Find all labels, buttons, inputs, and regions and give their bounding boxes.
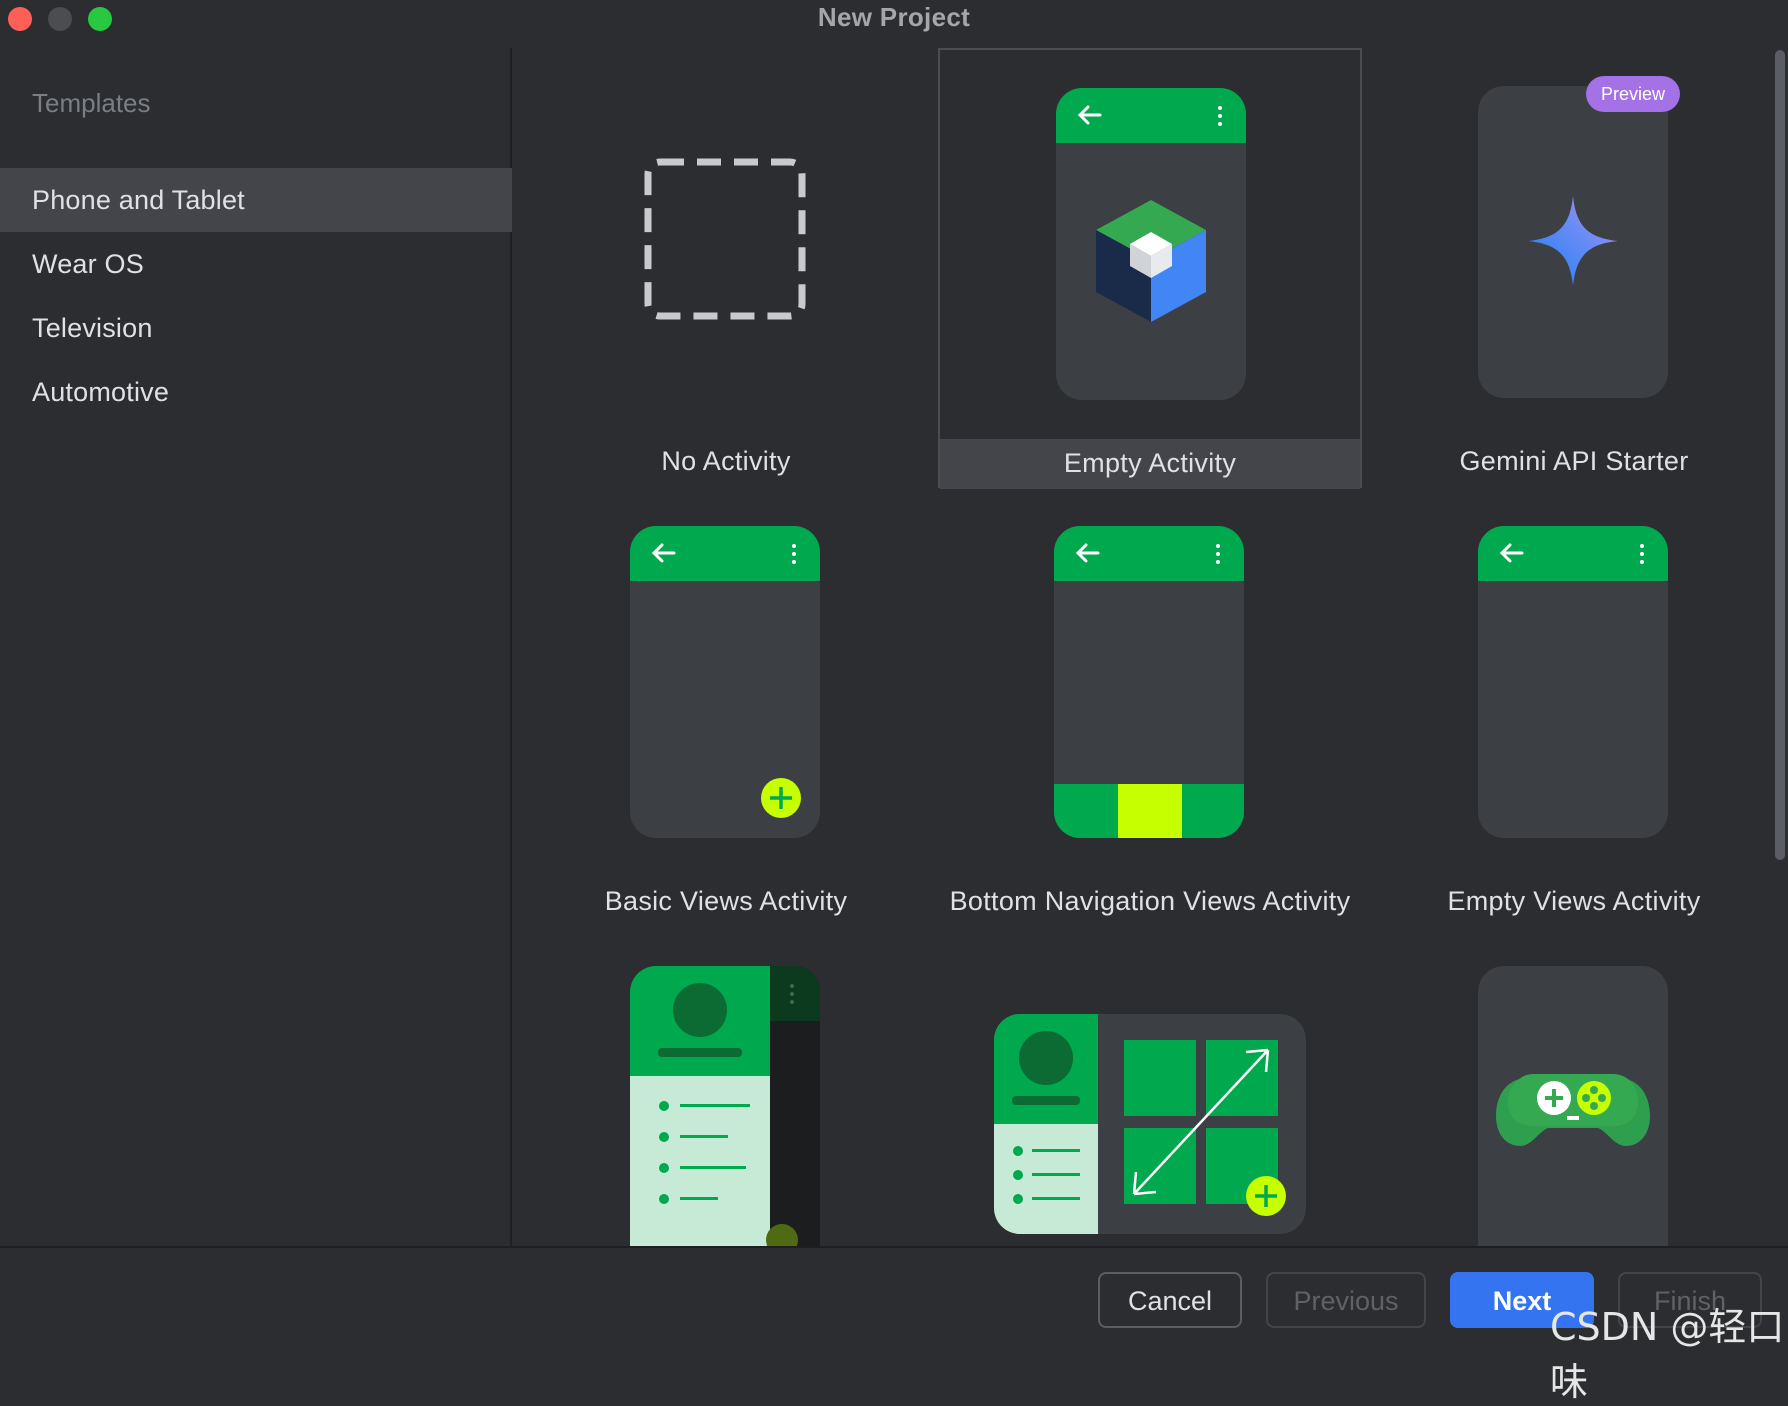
title-bar: New Project	[0, 0, 1788, 42]
tablet-responsive-icon	[994, 1014, 1306, 1234]
template-card-bottom-navigation-views-activity[interactable]: Bottom Navigation Views Activity	[938, 488, 1362, 928]
sidebar-item-phone-and-tablet[interactable]: Phone and Tablet	[0, 168, 512, 232]
template-card-basic-views-activity[interactable]: Basic Views Activity	[514, 488, 938, 928]
preview-badge: Preview	[1586, 76, 1680, 112]
previous-button[interactable]: Previous	[1266, 1272, 1426, 1328]
sidebar-item-wear-os[interactable]: Wear OS	[0, 232, 512, 296]
new-project-window: New Project Templates Phone and Tablet W…	[0, 0, 1788, 1404]
phone-empty-icon	[1478, 526, 1668, 838]
phone-bottom-nav-icon	[1054, 526, 1244, 838]
template-grid: No Activity Empty Activity Gemini API St…	[514, 48, 1774, 1246]
template-card-empty-activity[interactable]: Empty Activity	[938, 48, 1362, 489]
template-grid-scrollbar[interactable]	[1775, 50, 1785, 860]
dialog-footer: Cancel Previous Next Finish	[0, 1246, 1788, 1348]
sidebar-item-television[interactable]: Television	[0, 296, 512, 360]
template-label: Empty Activity	[1063, 448, 1237, 478]
template-label: Bottom Navigation Views Activity	[949, 886, 1351, 916]
template-label: Empty Views Activity	[1447, 886, 1701, 916]
template-card-navigation-drawer[interactable]	[514, 928, 938, 1246]
template-label: Gemini API Starter	[1459, 446, 1689, 476]
dashed-box-icon	[644, 158, 806, 320]
template-label: Basic Views Activity	[604, 886, 848, 916]
phone-navigation-drawer-icon	[630, 966, 820, 1246]
template-card-no-activity[interactable]: No Activity	[514, 48, 938, 488]
cancel-button[interactable]: Cancel	[1098, 1272, 1242, 1328]
template-card-gemini-api-starter[interactable]: Gemini API Starter	[1362, 48, 1774, 488]
templates-sidebar: Templates Phone and Tablet Wear OS Telev…	[0, 48, 512, 1246]
sidebar-item-automotive[interactable]: Automotive	[0, 360, 512, 424]
phone-compose-cube-icon	[1056, 88, 1246, 400]
template-card-empty-views-activity[interactable]: Empty Views Activity	[1362, 488, 1774, 928]
csdn-watermark: CSDN @轻口味	[1550, 1305, 1785, 1404]
game-controller-icon	[1478, 966, 1668, 1246]
sidebar-heading: Templates	[32, 88, 151, 118]
gemini-sparkle-icon	[1478, 86, 1668, 398]
template-card-game-activity[interactable]	[1362, 928, 1774, 1246]
template-label: No Activity	[661, 446, 791, 476]
template-card-responsive-views[interactable]	[938, 928, 1362, 1246]
phone-fab-icon	[630, 526, 820, 838]
window-title: New Project	[817, 2, 971, 32]
